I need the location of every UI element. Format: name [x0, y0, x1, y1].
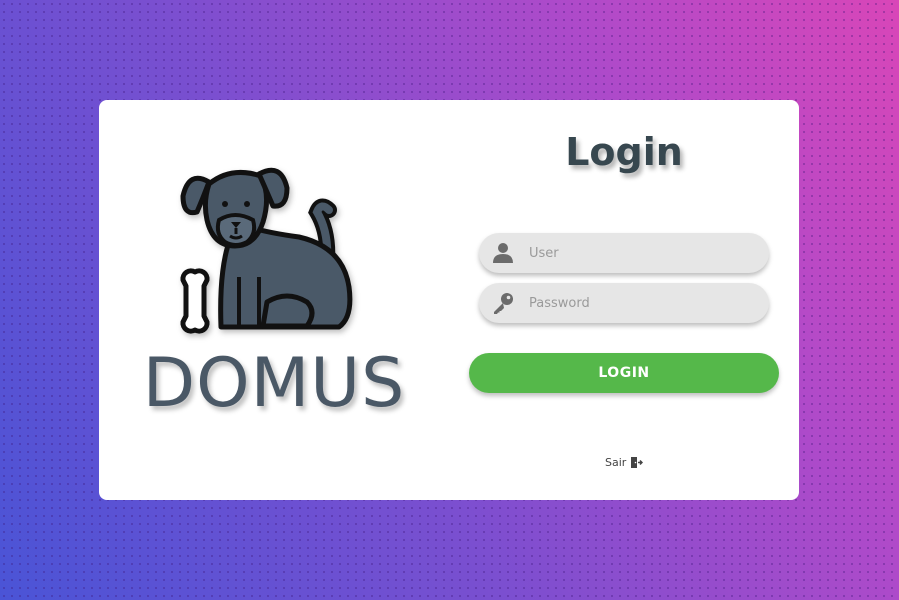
login-button[interactable]: LOGIN — [469, 353, 779, 393]
brand-name: DOMUS — [142, 344, 406, 423]
user-input[interactable] — [529, 233, 749, 273]
user-icon — [493, 243, 513, 263]
password-input[interactable] — [529, 283, 749, 323]
password-field[interactable] — [479, 283, 769, 323]
login-card: DOMUS Login LOGIN Sair — [99, 100, 799, 500]
exit-link[interactable]: Sair — [605, 456, 644, 469]
brand-panel: DOMUS — [99, 100, 449, 500]
login-title: Login — [565, 130, 683, 174]
exit-label: Sair — [605, 456, 627, 469]
door-exit-icon — [631, 457, 644, 468]
user-field[interactable] — [479, 233, 769, 273]
dog-with-bone-icon — [180, 167, 353, 334]
key-icon — [494, 293, 513, 314]
